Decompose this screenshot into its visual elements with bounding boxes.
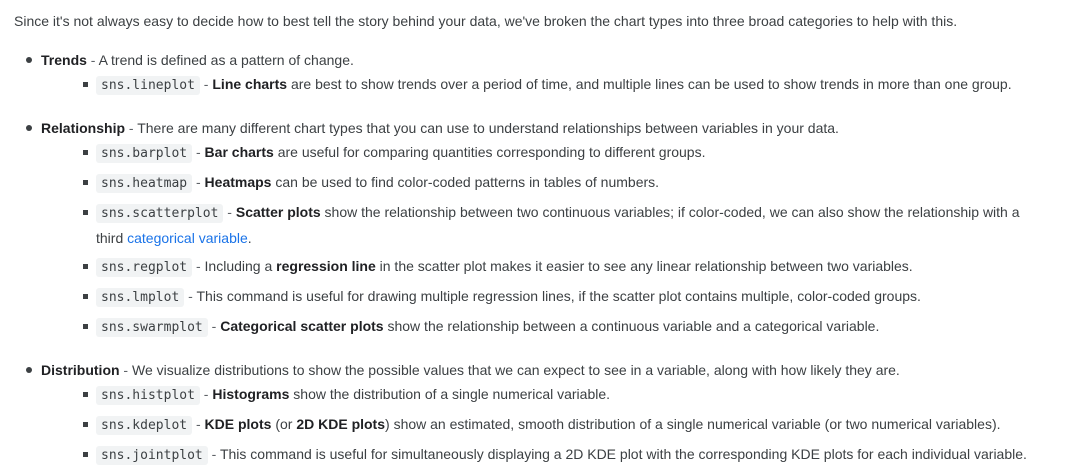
separator: - [86, 52, 99, 68]
item-text: third [96, 230, 128, 246]
list-item: sns.barplot - Bar charts are useful for … [41, 140, 1084, 166]
term: Categorical scatter plots [220, 318, 384, 334]
code-snippet: sns.barplot [96, 144, 193, 163]
code-snippet: sns.lineplot [96, 76, 200, 95]
categorical-variable-link[interactable]: categorical variable [127, 230, 248, 246]
code-snippet: sns.regplot [96, 258, 193, 277]
chart-category-list: Trends - A trend is defined as a pattern… [14, 50, 1084, 468]
section-title: Distribution [41, 362, 120, 378]
list-item: sns.swarmplot - Categorical scatter plot… [41, 314, 1084, 340]
code-snippet: sns.histplot [96, 386, 200, 405]
item-text: This command is useful for drawing multi… [196, 288, 921, 304]
list-item: sns.heatmap - Heatmaps can be used to fi… [41, 170, 1084, 196]
code-snippet: sns.scatterplot [96, 204, 224, 223]
bullet-disc-icon [26, 57, 32, 63]
list-item: sns.lineplot - Line charts are best to s… [41, 72, 1084, 98]
document-body: Since it's not always easy to decide how… [0, 0, 1084, 468]
bullet-square-icon [83, 150, 88, 155]
bullet-square-icon [83, 264, 88, 269]
list-item: sns.scatterplot - Scatter plots show the… [41, 200, 1084, 226]
code-snippet: sns.kdeplot [96, 416, 193, 435]
code-snippet: sns.lmplot [96, 288, 185, 307]
term: Scatter plots [235, 204, 321, 220]
list-item: sns.regplot - Including a regression lin… [41, 254, 1084, 280]
code-snippet: sns.heatmap [96, 174, 193, 193]
bullet-square-icon [83, 392, 88, 397]
term: Bar charts [204, 144, 274, 160]
section-desc: We visualize distributions to show the p… [132, 362, 900, 378]
bullet-square-icon [83, 452, 88, 457]
bullet-disc-icon [26, 125, 32, 131]
bullet-disc-icon [26, 367, 32, 373]
code-snippet: sns.jointplot [96, 446, 208, 465]
section-relationship: Relationship - There are many different … [14, 118, 1084, 340]
item-text: are useful for comparing quantities corr… [273, 144, 706, 160]
term: regression line [276, 258, 376, 274]
bullet-square-icon [83, 82, 88, 87]
item-text: are best to show trends over a period of… [287, 76, 1012, 92]
code-snippet: sns.swarmplot [96, 318, 208, 337]
bullet-square-icon [83, 210, 88, 215]
section-desc: A trend is defined as a pattern of chang… [98, 52, 354, 68]
list-item: sns.histplot - Histograms show the distr… [41, 382, 1084, 408]
item-text: show the distribution of a single numeri… [289, 386, 611, 402]
section-title: Relationship [41, 120, 126, 136]
term: Line charts [212, 76, 288, 92]
section-desc: There are many different chart types tha… [137, 120, 839, 136]
item-text: This command is useful for simultaneousl… [219, 446, 1027, 462]
item-text: show the relationship between a continuo… [383, 318, 880, 334]
item-text: ) show an estimated, smooth distribution… [385, 416, 1001, 432]
list-item: sns.kdeplot - KDE plots (or 2D KDE plots… [41, 412, 1084, 438]
bullet-square-icon [83, 294, 88, 299]
bullet-square-icon [83, 324, 88, 329]
term: Histograms [212, 386, 290, 402]
intro-paragraph: Since it's not always easy to decide how… [14, 13, 958, 29]
section-distribution: Distribution - We visualize distribution… [14, 360, 1084, 468]
item-text: in the scatter plot makes it easier to s… [375, 258, 913, 274]
section-trends: Trends - A trend is defined as a pattern… [14, 50, 1084, 98]
item-text: can be used to find color-coded patterns… [271, 174, 660, 190]
term: 2D KDE plots [296, 416, 386, 432]
list-item: sns.lmplot - This command is useful for … [41, 284, 1084, 310]
term: KDE plots [204, 416, 272, 432]
item-text: show the relationship between two contin… [320, 204, 1020, 220]
term: Heatmaps [204, 174, 272, 190]
list-item: sns.jointplot - This command is useful f… [41, 442, 1084, 468]
bullet-square-icon [83, 422, 88, 427]
bullet-square-icon [83, 180, 88, 185]
list-item-continuation: third categorical variable. [96, 230, 252, 246]
section-title: Trends [41, 52, 87, 68]
